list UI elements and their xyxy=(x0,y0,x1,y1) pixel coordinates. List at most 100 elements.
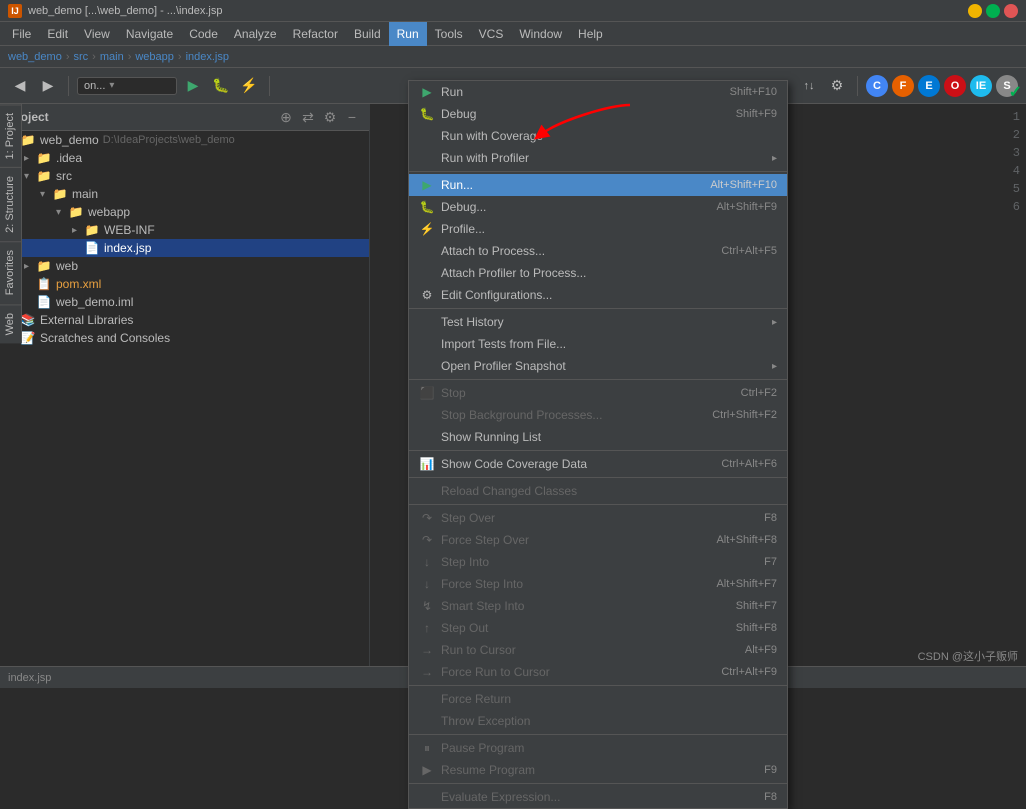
menu-item-run[interactable]: ▶ Run Shift+F10 xyxy=(409,81,787,103)
tree-item-webdemo[interactable]: ▾ 📁 web_demo D:\IdeaProjects\web_demo xyxy=(0,131,369,149)
tree-item-web[interactable]: ▸ 📁 web xyxy=(0,257,369,275)
menu-item-attach-profiler-process[interactable]: Attach Profiler to Process... xyxy=(409,262,787,284)
menu-item-force-run-to-cursor: → Force Run to Cursor Ctrl+Alt+F9 xyxy=(409,661,787,683)
breadcrumb-webapp[interactable]: webapp xyxy=(135,51,174,63)
menu-sep7 xyxy=(409,734,787,735)
idea-folder-icon: 📁 xyxy=(36,150,52,166)
sidebar-add-icon[interactable]: ⊕ xyxy=(277,108,295,126)
minimize-button[interactable] xyxy=(968,4,982,18)
menu-tools[interactable]: Tools xyxy=(427,22,471,46)
resume-program-icon: ▶ xyxy=(419,762,435,778)
menu-run[interactable]: Run xyxy=(389,22,427,46)
sidebar-gear-icon[interactable]: ⚙ xyxy=(321,108,339,126)
menu-item-open-profiler-snapshot[interactable]: Open Profiler Snapshot ▸ xyxy=(409,355,787,377)
menu-item-debug[interactable]: 🐛 Debug Shift+F9 xyxy=(409,103,787,125)
tree-item-src[interactable]: ▾ 📁 src xyxy=(0,167,369,185)
menu-item-run-profiler[interactable]: Run with Profiler ▸ xyxy=(409,147,787,169)
menu-navigate[interactable]: Navigate xyxy=(118,22,181,46)
menu-item-show-coverage[interactable]: 📊 Show Code Coverage Data Ctrl+Alt+F6 xyxy=(409,453,787,475)
menu-vcs[interactable]: VCS xyxy=(471,22,512,46)
tab-structure[interactable]: 2: Structure xyxy=(0,167,21,241)
menu-sep2 xyxy=(409,379,787,380)
menu-analyze[interactable]: Analyze xyxy=(226,22,285,46)
toolbar-forward-btn[interactable]: ▶ xyxy=(36,74,60,98)
menu-edit[interactable]: Edit xyxy=(39,22,76,46)
menu-item-import-tests[interactable]: Import Tests from File... xyxy=(409,333,787,355)
tab-web[interactable]: Web xyxy=(0,304,21,343)
tree-item-webinf[interactable]: ▸ 📁 WEB-INF xyxy=(0,221,369,239)
tree-item-webapp[interactable]: ▾ 📁 webapp xyxy=(0,203,369,221)
sidebar-minimize-icon[interactable]: − xyxy=(343,108,361,126)
toolbar-debug-btn[interactable]: 🐛 xyxy=(209,74,233,98)
menu-sep8 xyxy=(409,783,787,784)
menu-item-edit-configs[interactable]: ⚙ Edit Configurations... xyxy=(409,284,787,306)
menu-item-profile-dots[interactable]: ⚡ Profile... xyxy=(409,218,787,240)
maximize-button[interactable] xyxy=(986,4,1000,18)
breadcrumb-main[interactable]: main xyxy=(100,51,124,63)
title-bar: IJ web_demo [...\web_demo] - ...\index.j… xyxy=(0,0,1026,22)
toolbar-back-btn[interactable]: ◀ xyxy=(8,74,32,98)
menu-code[interactable]: Code xyxy=(181,22,226,46)
toolbar-sep1 xyxy=(68,76,69,96)
browser-ie-icon[interactable]: IE xyxy=(970,75,992,97)
tree-item-extlibs[interactable]: ▸ 📚 External Libraries xyxy=(0,311,369,329)
menu-item-resume-program: ▶ Resume Program F9 xyxy=(409,759,787,781)
menu-item-step-into: ↓ Step Into F7 xyxy=(409,551,787,573)
tree-item-main[interactable]: ▾ 📁 main xyxy=(0,185,369,203)
pause-program-icon: ⏸ xyxy=(419,740,435,756)
menu-sep1 xyxy=(409,308,787,309)
menu-item-reload-classes: Reload Changed Classes xyxy=(409,480,787,502)
stop-background-icon xyxy=(419,407,435,423)
test-history-icon xyxy=(419,314,435,330)
run-config-dropdown[interactable]: on... ▾ xyxy=(77,77,177,95)
menu-view[interactable]: View xyxy=(76,22,118,46)
breadcrumb-indexjsp[interactable]: index.jsp xyxy=(186,51,229,63)
webinf-folder-icon: 📁 xyxy=(84,222,100,238)
left-vertical-tabs: 1: Project 2: Structure Favorites Web xyxy=(0,104,22,343)
run-profiler-icon xyxy=(419,150,435,166)
tree-item-idea[interactable]: ▸ 📁 .idea xyxy=(0,149,369,167)
menu-item-run-coverage[interactable]: Run with Coverage xyxy=(409,125,787,147)
browser-opera-icon[interactable]: O xyxy=(944,75,966,97)
tree-item-webdemoixml[interactable]: 📄 web_demo.iml xyxy=(0,293,369,311)
tab-project[interactable]: 1: Project xyxy=(0,104,21,167)
window-controls xyxy=(968,4,1018,18)
menu-window[interactable]: Window xyxy=(511,22,570,46)
breadcrumb-bar: web_demo › src › main › webapp › index.j… xyxy=(0,46,1026,68)
toolbar-profile-btn[interactable]: ⚡ xyxy=(237,74,261,98)
menu-item-attach-process[interactable]: Attach to Process... Ctrl+Alt+F5 xyxy=(409,240,787,262)
menu-item-debug-dots[interactable]: 🐛 Debug... Alt+Shift+F9 xyxy=(409,196,787,218)
menu-item-force-step-over: ↷ Force Step Over Alt+Shift+F8 xyxy=(409,529,787,551)
breadcrumb-webdemo[interactable]: web_demo xyxy=(8,51,62,63)
green-checkmark: ✓ xyxy=(1009,82,1022,102)
menu-item-test-history[interactable]: Test History ▸ xyxy=(409,311,787,333)
tree-item-pomxml[interactable]: 📋 pom.xml xyxy=(0,275,369,293)
toolbar-sep2 xyxy=(269,76,270,96)
menu-item-run-to-cursor: → Run to Cursor Alt+F9 xyxy=(409,639,787,661)
tree-item-indexjsp[interactable]: 📄 index.jsp xyxy=(0,239,369,257)
browser-chrome-icon[interactable]: C xyxy=(866,75,888,97)
toolbar-run-btn[interactable]: ▶ xyxy=(181,74,205,98)
breadcrumb-src[interactable]: src xyxy=(74,51,89,63)
iml-file-icon: 📄 xyxy=(36,294,52,310)
browser-firefox-icon[interactable]: F xyxy=(892,75,914,97)
toolbar-vcs-btn[interactable]: ↑↓ xyxy=(797,74,821,98)
menu-item-show-running[interactable]: Show Running List xyxy=(409,426,787,448)
extlibs-icon: 📚 xyxy=(20,312,36,328)
menu-item-run-dots[interactable]: ▶ Run... Alt+Shift+F10 xyxy=(409,174,787,196)
status-text: index.jsp xyxy=(8,672,51,684)
close-button[interactable] xyxy=(1004,4,1018,18)
menu-build[interactable]: Build xyxy=(346,22,389,46)
run-dropdown-menu: ▶ Run Shift+F10 🐛 Debug Shift+F9 Run wit… xyxy=(408,80,788,809)
menu-refactor[interactable]: Refactor xyxy=(285,22,346,46)
menu-help[interactable]: Help xyxy=(570,22,611,46)
sidebar-sync-icon[interactable]: ⇄ xyxy=(299,108,317,126)
src-folder-icon: 📁 xyxy=(36,168,52,184)
tree-item-scratches[interactable]: ▸ 📝 Scratches and Consoles xyxy=(0,329,369,347)
tab-favorites[interactable]: Favorites xyxy=(0,241,21,303)
browser-edge-icon[interactable]: E xyxy=(918,75,940,97)
webapp-folder-icon: 📁 xyxy=(68,204,84,220)
menu-file[interactable]: File xyxy=(4,22,39,46)
toolbar-settings-btn[interactable]: ⚙ xyxy=(825,74,849,98)
step-over-icon: ↷ xyxy=(419,510,435,526)
